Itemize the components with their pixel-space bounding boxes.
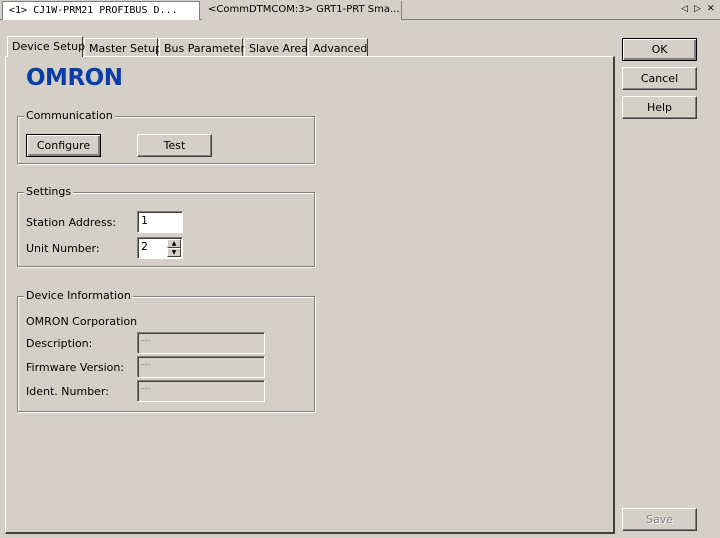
unit-number-spinner[interactable]: ▲ ▼ bbox=[167, 239, 181, 257]
ident-number-field: --- bbox=[137, 380, 265, 402]
omron-logo: OMRON bbox=[26, 65, 123, 91]
tab-slave-area[interactable]: Slave Area bbox=[244, 38, 308, 58]
configure-button[interactable]: Configure bbox=[26, 134, 101, 157]
help-button[interactable]: Help bbox=[622, 96, 697, 119]
tab-scroll-left-icon[interactable]: ◁ bbox=[681, 3, 688, 15]
firmware-version-field: --- bbox=[137, 356, 265, 378]
close-icon[interactable]: ✕ bbox=[707, 3, 715, 15]
settings-group-title: Settings bbox=[24, 185, 74, 199]
cancel-button[interactable]: Cancel bbox=[622, 67, 697, 90]
station-address-input[interactable]: 1 bbox=[137, 211, 183, 233]
communication-group-title: Communication bbox=[24, 109, 115, 123]
tab-scroll-right-icon[interactable]: ▷ bbox=[694, 3, 701, 15]
spin-up-icon[interactable]: ▲ bbox=[167, 239, 181, 248]
ok-button[interactable]: OK bbox=[622, 38, 697, 61]
ident-number-label: Ident. Number: bbox=[26, 385, 109, 398]
document-tab-strip: <1> CJ1W-PRM21 PROFIBUS D... <CommDTMCOM… bbox=[0, 0, 720, 20]
station-address-label: Station Address: bbox=[26, 216, 117, 229]
tab-master-setup[interactable]: Master Setup bbox=[84, 38, 162, 58]
save-button[interactable]: Save bbox=[622, 508, 697, 531]
device-information-group-title: Device Information bbox=[24, 289, 133, 303]
doc-tab-grt1[interactable]: <CommDTMCOM:3> GRT1-PRT Sma... bbox=[202, 1, 402, 20]
unit-number-label: Unit Number: bbox=[26, 242, 100, 255]
doc-tab-prm21[interactable]: <1> CJ1W-PRM21 PROFIBUS D... bbox=[2, 1, 200, 20]
firmware-version-label: Firmware Version: bbox=[26, 361, 125, 374]
tab-bus-parameters[interactable]: Bus Parameters bbox=[159, 38, 251, 58]
test-button[interactable]: Test bbox=[137, 134, 212, 157]
tab-device-setup[interactable]: Device Setup bbox=[7, 36, 85, 57]
description-field: --- bbox=[137, 332, 265, 354]
vendor-name: OMRON Corporation bbox=[26, 315, 138, 328]
spin-down-icon[interactable]: ▼ bbox=[167, 248, 181, 257]
description-label: Description: bbox=[26, 337, 93, 350]
tab-advanced[interactable]: Advanced bbox=[308, 38, 368, 58]
